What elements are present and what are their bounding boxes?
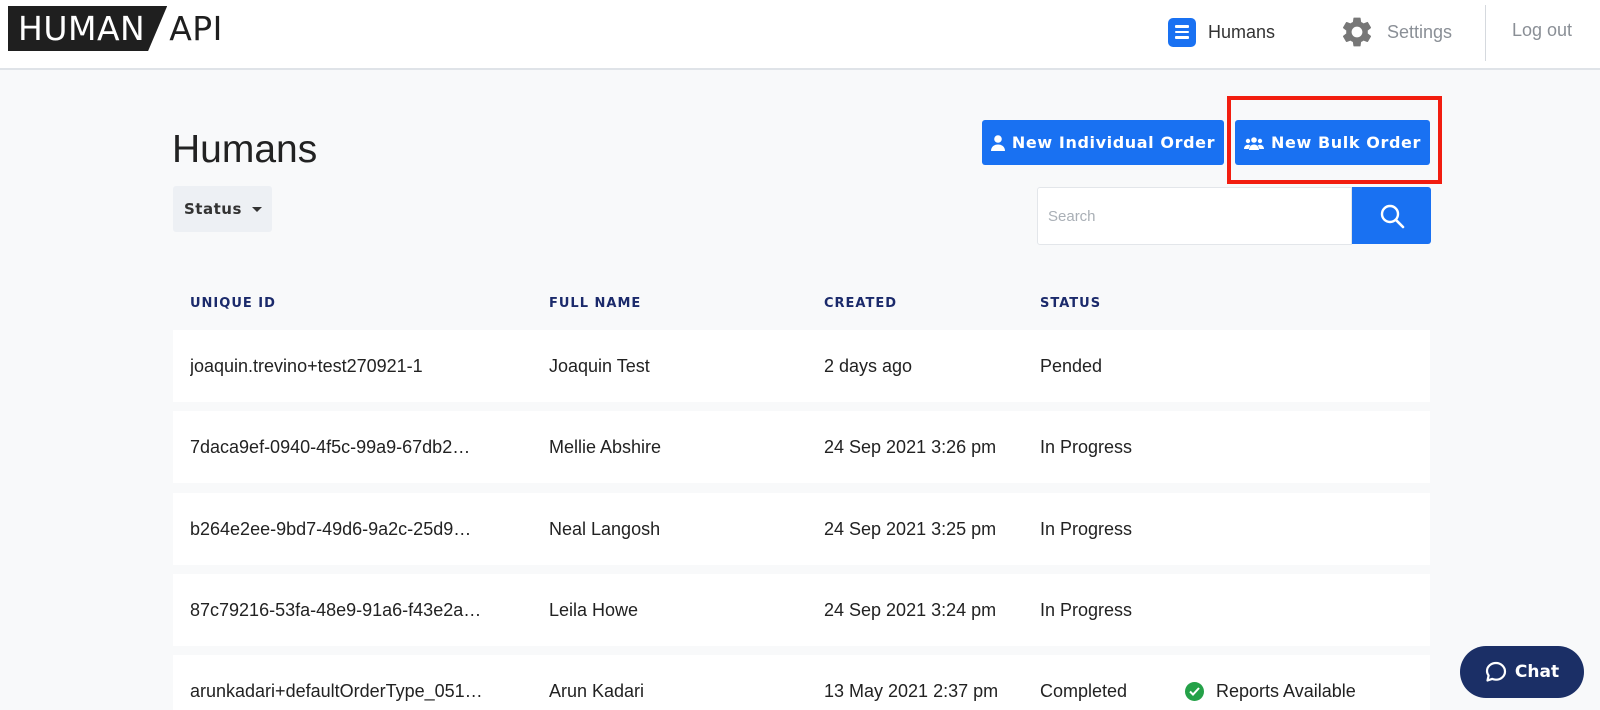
caret-down-icon bbox=[251, 206, 262, 212]
table-row[interactable]: 87c79216-53fa-48e9-91a6-f43e2a… Leila Ho… bbox=[173, 574, 1430, 646]
nav-settings-link[interactable]: Settings bbox=[1339, 14, 1452, 50]
column-header-created: CREATED bbox=[824, 296, 898, 311]
cell-created: 24 Sep 2021 3:24 pm bbox=[824, 600, 997, 620]
logout-link[interactable]: Log out bbox=[1512, 20, 1572, 41]
cell-created: 13 May 2021 2:37 pm bbox=[824, 681, 999, 701]
cell-status: In Progress bbox=[1040, 519, 1133, 539]
cell-full-name: Mellie Abshire bbox=[549, 437, 662, 457]
table-row[interactable]: joaquin.trevino+test270921-1 Joaquin Tes… bbox=[173, 330, 1430, 402]
new-individual-order-label: New Individual Order bbox=[1011, 133, 1216, 152]
cell-status: In Progress bbox=[1040, 437, 1133, 457]
cell-unique-id: 7daca9ef-0940-4f5c-99a9-67db2… bbox=[190, 437, 471, 457]
cell-status: Completed bbox=[1040, 681, 1128, 701]
new-individual-order-button[interactable]: New Individual Order bbox=[982, 120, 1224, 165]
top-nav-bar: HUMAN API Humans Settings Log out bbox=[0, 0, 1600, 70]
search-button[interactable] bbox=[1352, 187, 1431, 244]
cell-unique-id: joaquin.trevino+test270921-1 bbox=[190, 356, 423, 376]
table-row[interactable]: arunkadari+defaultOrderType_051… Arun Ka… bbox=[173, 655, 1430, 710]
logo-human-text: HUMAN bbox=[8, 6, 168, 51]
logo-api-text: API bbox=[169, 9, 223, 48]
table-row[interactable]: 7daca9ef-0940-4f5c-99a9-67db2… Mellie Ab… bbox=[173, 411, 1430, 483]
cell-full-name: Joaquin Test bbox=[549, 356, 650, 376]
nav-humans-label: Humans bbox=[1208, 21, 1276, 42]
chat-label: Chat bbox=[1514, 662, 1560, 682]
human-api-logo[interactable]: HUMAN API bbox=[8, 6, 223, 51]
chat-button[interactable]: Chat bbox=[1460, 646, 1584, 698]
nav-divider bbox=[1485, 5, 1486, 61]
status-filter-dropdown[interactable]: Status bbox=[173, 186, 272, 232]
cell-unique-id: 87c79216-53fa-48e9-91a6-f43e2a… bbox=[190, 600, 482, 620]
search-input[interactable] bbox=[1037, 187, 1352, 245]
status-filter-label: Status bbox=[184, 200, 242, 218]
cell-created: 24 Sep 2021 3:25 pm bbox=[824, 519, 997, 539]
cell-status: In Progress bbox=[1040, 600, 1133, 620]
cell-unique-id: b264e2ee-9bd7-49d6-9a2c-25d9… bbox=[190, 519, 472, 539]
cell-full-name: Leila Howe bbox=[549, 600, 639, 620]
chat-bubble-icon bbox=[1485, 661, 1507, 682]
cell-status: Pended bbox=[1040, 356, 1103, 376]
column-header-status: STATUS bbox=[1040, 296, 1102, 311]
column-header-full-name: FULL NAME bbox=[549, 296, 642, 311]
search-bar bbox=[1037, 187, 1431, 245]
column-header-unique-id: UNIQUE ID bbox=[190, 296, 276, 311]
search-icon bbox=[1380, 204, 1404, 228]
gear-icon bbox=[1342, 17, 1372, 47]
highlight-box bbox=[1227, 96, 1442, 184]
cell-full-name: Arun Kadari bbox=[549, 681, 645, 701]
check-circle-icon bbox=[1185, 681, 1204, 701]
page-title: Humans bbox=[172, 128, 318, 171]
cell-created: 24 Sep 2021 3:26 pm bbox=[824, 437, 997, 457]
nav-settings-label: Settings bbox=[1387, 21, 1453, 42]
reports-available-indicator[interactable]: Reports Available bbox=[1185, 655, 1356, 710]
reports-available-label: Reports Available bbox=[1216, 680, 1356, 701]
user-icon bbox=[990, 134, 1005, 151]
cell-created: 2 days ago bbox=[824, 356, 913, 376]
cell-full-name: Neal Langosh bbox=[549, 519, 661, 539]
nav-humans-link[interactable]: Humans bbox=[1168, 17, 1275, 47]
document-list-icon bbox=[1168, 17, 1196, 47]
cell-unique-id: arunkadari+defaultOrderType_051… bbox=[190, 681, 483, 701]
table-row[interactable]: b264e2ee-9bd7-49d6-9a2c-25d9… Neal Lango… bbox=[173, 493, 1430, 565]
